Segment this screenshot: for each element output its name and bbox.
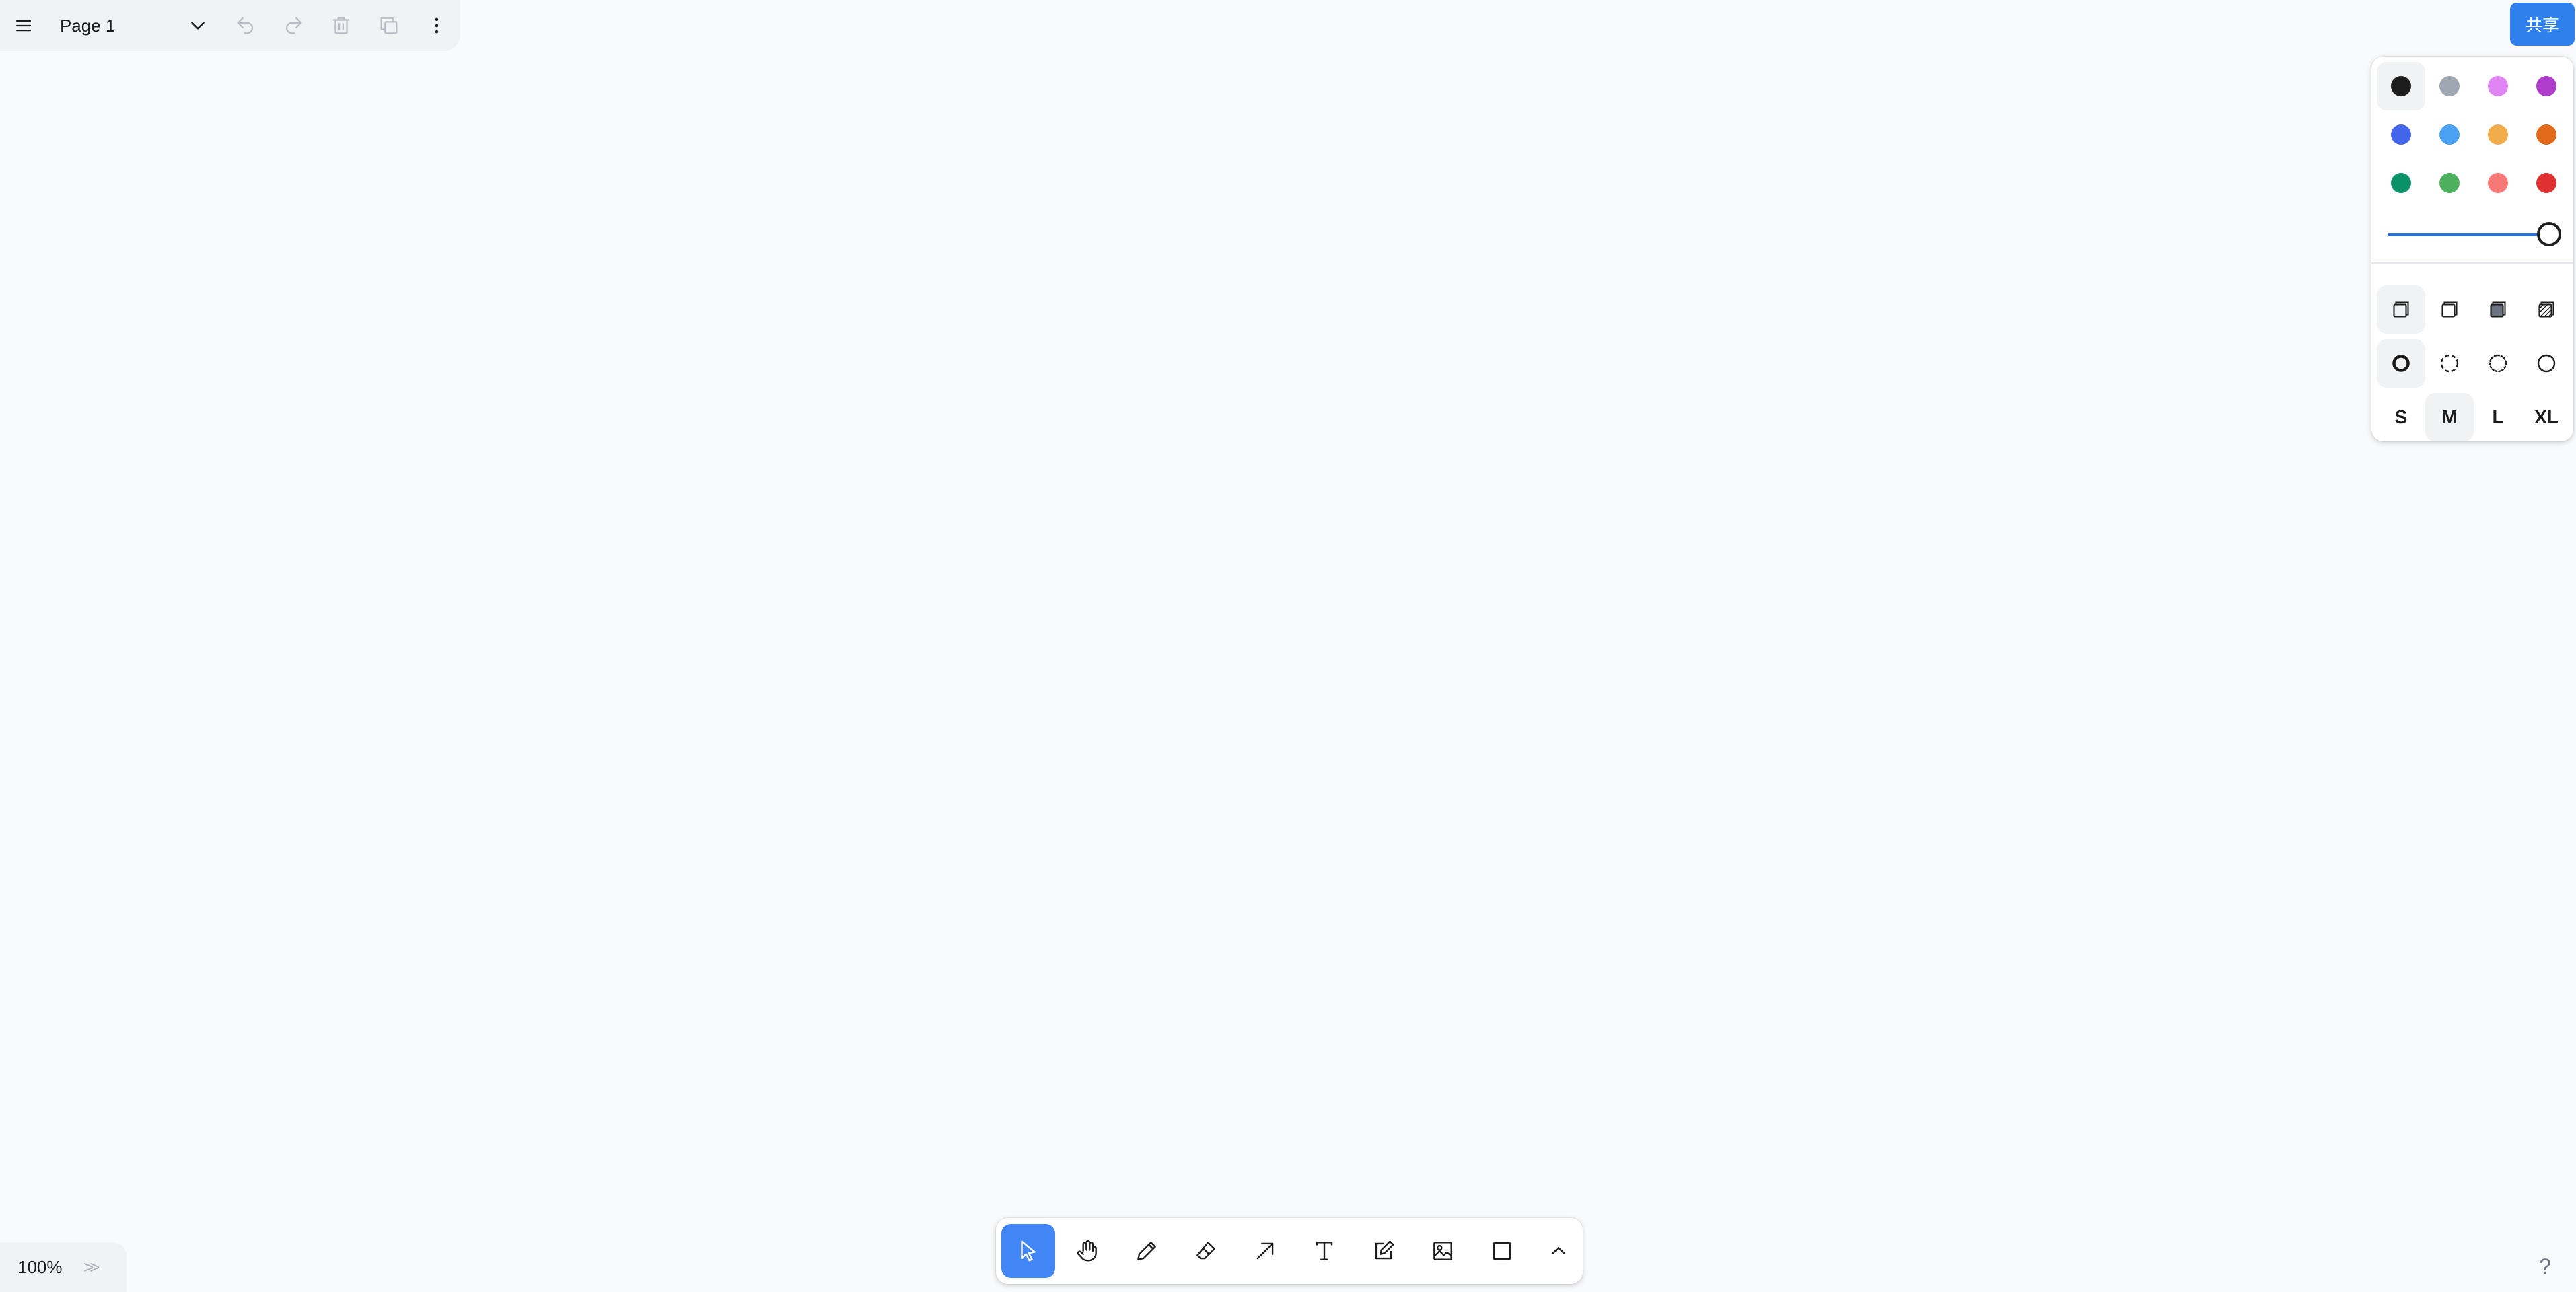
duplicate-icon[interactable] bbox=[365, 1, 413, 50]
hand-icon[interactable] bbox=[1061, 1224, 1114, 1278]
size-l-button[interactable]: L bbox=[2474, 393, 2522, 441]
color-dot bbox=[2439, 173, 2460, 193]
size-xl-button[interactable]: XL bbox=[2522, 393, 2571, 441]
eraser-icon[interactable] bbox=[1179, 1224, 1233, 1278]
color-dot bbox=[2391, 173, 2411, 193]
text-icon[interactable] bbox=[1297, 1224, 1351, 1278]
trash-icon[interactable] bbox=[317, 1, 365, 50]
main-menu-bar: Page 1 bbox=[0, 0, 460, 51]
fill-options bbox=[2377, 285, 2571, 334]
color-dot bbox=[2536, 173, 2556, 193]
color-swatch-green[interactable] bbox=[2377, 159, 2425, 207]
color-swatch-light-violet[interactable] bbox=[2474, 62, 2522, 110]
color-dot bbox=[2488, 124, 2508, 145]
color-dot bbox=[2488, 173, 2508, 193]
chevron-up-icon[interactable] bbox=[1534, 1224, 1583, 1278]
chevron-down-icon[interactable] bbox=[174, 1, 221, 50]
select-icon[interactable] bbox=[1001, 1224, 1055, 1278]
color-swatch-black[interactable] bbox=[2377, 62, 2425, 110]
dash-dotted-icon[interactable] bbox=[2474, 339, 2522, 388]
opacity-thumb[interactable] bbox=[2537, 222, 2561, 246]
fill-semi-icon[interactable] bbox=[2425, 285, 2474, 334]
note-icon[interactable] bbox=[1357, 1224, 1410, 1278]
color-swatch-orange[interactable] bbox=[2522, 110, 2571, 159]
fill-pattern-icon[interactable] bbox=[2522, 285, 2571, 334]
color-dot bbox=[2391, 76, 2411, 96]
divider bbox=[2371, 262, 2573, 264]
size-label: L bbox=[2492, 406, 2504, 427]
dash-dashed-icon[interactable] bbox=[2425, 339, 2474, 388]
rectangle-icon[interactable] bbox=[1475, 1224, 1529, 1278]
fill-solid-icon[interactable] bbox=[2474, 285, 2522, 334]
share-button[interactable]: 共享 bbox=[2510, 3, 2575, 46]
color-swatch-blue[interactable] bbox=[2377, 110, 2425, 159]
size-m-button[interactable]: M bbox=[2425, 393, 2474, 441]
size-s-button[interactable]: S bbox=[2377, 393, 2425, 441]
opacity-track bbox=[2388, 233, 2544, 236]
color-dot bbox=[2439, 124, 2460, 145]
color-dot bbox=[2536, 76, 2556, 96]
tool-bar bbox=[996, 1218, 1583, 1284]
color-dot bbox=[2439, 76, 2460, 96]
color-swatch-grey[interactable] bbox=[2425, 62, 2474, 110]
image-icon[interactable] bbox=[1416, 1224, 1470, 1278]
arrow-icon[interactable] bbox=[1238, 1224, 1292, 1278]
page-name[interactable]: Page 1 bbox=[60, 15, 172, 36]
redo-icon[interactable] bbox=[269, 1, 317, 50]
color-swatch-violet[interactable] bbox=[2522, 62, 2571, 110]
color-swatches bbox=[2377, 62, 2571, 207]
color-swatch-light-red[interactable] bbox=[2474, 159, 2522, 207]
zoom-level[interactable]: 100% bbox=[17, 1257, 83, 1278]
size-label: M bbox=[2441, 406, 2458, 427]
style-panel: S M L XL bbox=[2371, 57, 2573, 441]
opacity-slider[interactable] bbox=[2388, 221, 2561, 248]
color-swatch-light-green[interactable] bbox=[2425, 159, 2474, 207]
color-swatch-yellow[interactable] bbox=[2474, 110, 2522, 159]
size-options: S M L XL bbox=[2377, 393, 2571, 441]
menu-icon[interactable] bbox=[0, 1, 48, 50]
zoom-panel: 100% >> bbox=[0, 1242, 127, 1292]
color-dot bbox=[2536, 124, 2556, 145]
size-label: XL bbox=[2534, 406, 2559, 427]
size-label: S bbox=[2394, 406, 2408, 427]
color-swatch-light-blue[interactable] bbox=[2425, 110, 2474, 159]
color-swatch-red[interactable] bbox=[2522, 159, 2571, 207]
draw-icon[interactable] bbox=[1120, 1224, 1174, 1278]
dash-options bbox=[2377, 339, 2571, 388]
dash-draw-icon[interactable] bbox=[2377, 339, 2425, 388]
dash-solid-icon[interactable] bbox=[2522, 339, 2571, 388]
help-button[interactable]: ? bbox=[2524, 1245, 2567, 1288]
fill-none-icon[interactable] bbox=[2377, 285, 2425, 334]
color-dot bbox=[2488, 76, 2508, 96]
color-dot bbox=[2391, 124, 2411, 145]
minimap-toggle-icon[interactable]: >> bbox=[83, 1257, 100, 1278]
undo-icon[interactable] bbox=[221, 1, 269, 50]
more-vertical-icon[interactable] bbox=[413, 1, 460, 50]
